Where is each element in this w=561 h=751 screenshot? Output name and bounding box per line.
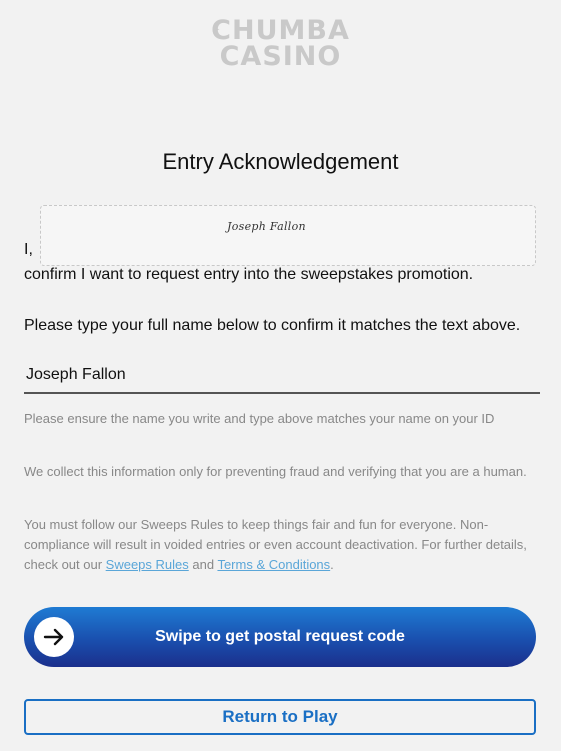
- rules-end: .: [330, 557, 334, 572]
- signature-pad[interactable]: Joseph Fallon: [40, 205, 536, 266]
- ack-prefix: I,: [24, 241, 33, 258]
- terms-conditions-link[interactable]: Terms & Conditions: [217, 557, 330, 572]
- swipe-handle[interactable]: [34, 617, 74, 657]
- info-text: We collect this information only for pre…: [24, 464, 527, 479]
- return-to-play-button[interactable]: Return to Play: [24, 699, 536, 735]
- arrow-right-icon: [43, 628, 64, 646]
- id-hint: Please ensure the name you write and typ…: [24, 411, 495, 426]
- sweeps-rules-link[interactable]: Sweeps Rules: [106, 557, 189, 572]
- rules-text: You must follow our Sweeps Rules to keep…: [24, 515, 539, 575]
- ack-confirm-text: confirm I want to request entry into the…: [24, 266, 474, 283]
- name-prompt: Please type your full name below to conf…: [24, 317, 521, 334]
- logo-line-2: CASINO: [219, 41, 342, 72]
- full-name-input[interactable]: [24, 358, 540, 394]
- signature-text: Joseph Fallon: [227, 220, 306, 233]
- chumba-casino-logo: ✦ CHUMBA CASINO: [0, 17, 561, 72]
- rules-and: and: [188, 557, 218, 572]
- star-icon: ✦: [212, 25, 222, 36]
- page-title: Entry Acknowledgement: [162, 149, 399, 174]
- swipe-button[interactable]: Swipe to get postal request code: [24, 607, 536, 667]
- swipe-label: Swipe to get postal request code: [155, 628, 405, 645]
